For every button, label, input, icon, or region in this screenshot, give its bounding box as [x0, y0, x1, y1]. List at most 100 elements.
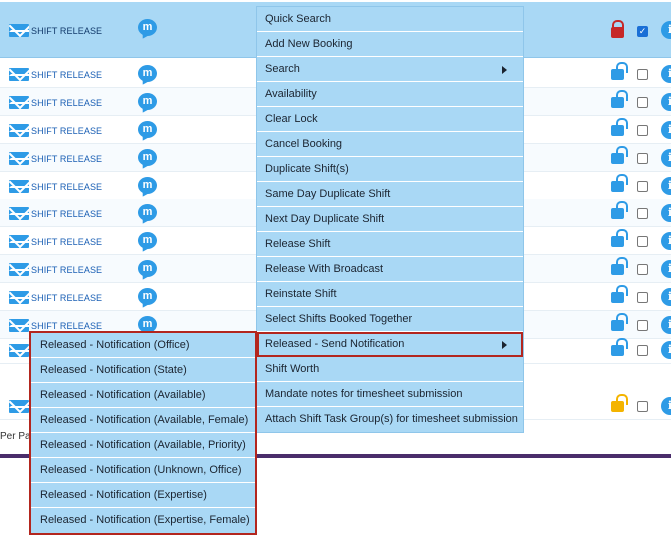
message-icon[interactable]: m	[138, 93, 157, 110]
envelope-icon[interactable]	[9, 68, 29, 81]
submenu-item-available-female[interactable]: Released - Notification (Available, Fema…	[31, 408, 255, 433]
menu-item-attach-task-group[interactable]: Attach Shift Task Group(s) for timesheet…	[257, 407, 523, 432]
message-icon[interactable]: m	[138, 177, 157, 194]
lock-icon[interactable]	[611, 257, 628, 275]
envelope-icon[interactable]	[9, 291, 29, 304]
lock-icon[interactable]	[611, 146, 628, 164]
shift-release-link[interactable]: SHIFT RELEASE	[31, 26, 102, 36]
menu-item-reinstate-shift[interactable]: Reinstate Shift	[257, 282, 523, 307]
envelope-icon[interactable]	[9, 319, 29, 332]
message-icon[interactable]: m	[138, 204, 157, 221]
submenu-item-available-priority[interactable]: Released - Notification (Available, Prio…	[31, 433, 255, 458]
submenu-item-available[interactable]: Released - Notification (Available)	[31, 383, 255, 408]
message-icon[interactable]: m	[138, 232, 157, 249]
info-icon[interactable]: i	[661, 149, 671, 167]
submenu-item-unknown-office[interactable]: Released - Notification (Unknown, Office…	[31, 458, 255, 483]
envelope-icon[interactable]	[9, 124, 29, 137]
envelope-icon[interactable]	[9, 344, 29, 357]
envelope-icon[interactable]	[9, 235, 29, 248]
menu-item-shift-worth[interactable]: Shift Worth	[257, 357, 523, 382]
message-icon[interactable]: m	[138, 260, 157, 277]
shift-release-link[interactable]: SHIFT RELEASE	[31, 154, 102, 164]
message-icon[interactable]: m	[138, 19, 157, 36]
submenu-item-state[interactable]: Released - Notification (State)	[31, 358, 255, 383]
envelope-icon[interactable]	[9, 152, 29, 165]
envelope-icon[interactable]	[9, 96, 29, 109]
row-checkbox[interactable]: ✓	[637, 26, 648, 37]
info-icon[interactable]: i	[661, 288, 671, 306]
lock-icon[interactable]	[611, 338, 628, 356]
menu-item-mandate-notes[interactable]: Mandate notes for timesheet submission	[257, 382, 523, 407]
shift-roster-screen: SHIFT RELEASE m ✓ i SHIFT RELEASE m i SH…	[0, 0, 671, 542]
menu-item-select-booked-together[interactable]: Select Shifts Booked Together	[257, 307, 523, 332]
message-icon[interactable]: m	[138, 288, 157, 305]
menu-item-search[interactable]: Search	[257, 57, 523, 82]
lock-icon[interactable]	[611, 394, 628, 412]
menu-item-release-with-broadcast[interactable]: Release With Broadcast	[257, 257, 523, 282]
menu-item-duplicate-shifts[interactable]: Duplicate Shift(s)	[257, 157, 523, 182]
row-checkbox[interactable]	[637, 97, 648, 108]
row-checkbox[interactable]	[637, 69, 648, 80]
message-icon[interactable]: m	[138, 121, 157, 138]
shift-release-link[interactable]: SHIFT RELEASE	[31, 237, 102, 247]
info-icon[interactable]: i	[661, 397, 671, 415]
row-checkbox[interactable]	[637, 345, 648, 356]
envelope-icon[interactable]	[9, 24, 29, 37]
envelope-icon[interactable]	[9, 207, 29, 220]
row-checkbox[interactable]	[637, 181, 648, 192]
message-icon[interactable]: m	[138, 149, 157, 166]
info-icon[interactable]: i	[661, 232, 671, 250]
row-checkbox[interactable]	[637, 208, 648, 219]
menu-item-clear-lock[interactable]: Clear Lock	[257, 107, 523, 132]
row-checkbox[interactable]	[637, 401, 648, 412]
menu-item-same-day-duplicate[interactable]: Same Day Duplicate Shift	[257, 182, 523, 207]
lock-icon[interactable]	[611, 118, 628, 136]
info-icon[interactable]: i	[661, 177, 671, 195]
lock-icon[interactable]	[611, 285, 628, 303]
lock-icon[interactable]	[611, 174, 628, 192]
lock-icon[interactable]	[611, 229, 628, 247]
lock-icon[interactable]	[611, 313, 628, 331]
row-checkbox[interactable]	[637, 125, 648, 136]
menu-item-availability[interactable]: Availability	[257, 82, 523, 107]
lock-icon[interactable]	[611, 201, 628, 219]
menu-item-released-send-notification[interactable]: Released - Send Notification	[257, 332, 523, 357]
envelope-icon[interactable]	[9, 400, 29, 413]
menu-item-next-day-duplicate[interactable]: Next Day Duplicate Shift	[257, 207, 523, 232]
menu-item-label: Reinstate Shift	[265, 288, 337, 300]
info-icon[interactable]: i	[661, 204, 671, 222]
shift-release-link[interactable]: SHIFT RELEASE	[31, 98, 102, 108]
submenu-item-expertise-female[interactable]: Released - Notification (Expertise, Fema…	[31, 508, 255, 533]
menu-item-release-shift[interactable]: Release Shift	[257, 232, 523, 257]
row-checkbox[interactable]	[637, 153, 648, 164]
shift-release-link[interactable]: SHIFT RELEASE	[31, 293, 102, 303]
menu-item-add-new-booking[interactable]: Add New Booking	[257, 32, 523, 57]
info-icon[interactable]: i	[661, 21, 671, 39]
shift-release-link[interactable]: SHIFT RELEASE	[31, 182, 102, 192]
shift-release-link[interactable]: SHIFT RELEASE	[31, 265, 102, 275]
submenu-item-office[interactable]: Released - Notification (Office)	[31, 333, 255, 358]
shift-release-link[interactable]: SHIFT RELEASE	[31, 126, 102, 136]
lock-icon[interactable]	[611, 62, 628, 80]
info-icon[interactable]: i	[661, 65, 671, 83]
lock-icon[interactable]	[611, 90, 628, 108]
info-icon[interactable]: i	[661, 316, 671, 334]
row-checkbox[interactable]	[637, 292, 648, 303]
shift-release-link[interactable]: SHIFT RELEASE	[31, 209, 102, 219]
shift-release-link[interactable]: SHIFT RELEASE	[31, 321, 102, 331]
shift-release-link[interactable]: SHIFT RELEASE	[31, 70, 102, 80]
menu-item-quick-search[interactable]: Quick Search	[257, 7, 523, 32]
row-checkbox[interactable]	[637, 320, 648, 331]
menu-item-cancel-booking[interactable]: Cancel Booking	[257, 132, 523, 157]
envelope-icon[interactable]	[9, 180, 29, 193]
info-icon[interactable]: i	[661, 93, 671, 111]
submenu-item-expertise[interactable]: Released - Notification (Expertise)	[31, 483, 255, 508]
envelope-icon[interactable]	[9, 263, 29, 276]
info-icon[interactable]: i	[661, 341, 671, 359]
message-icon[interactable]: m	[138, 65, 157, 82]
info-icon[interactable]: i	[661, 260, 671, 278]
lock-icon[interactable]	[611, 20, 624, 38]
row-checkbox[interactable]	[637, 264, 648, 275]
info-icon[interactable]: i	[661, 121, 671, 139]
row-checkbox[interactable]	[637, 236, 648, 247]
